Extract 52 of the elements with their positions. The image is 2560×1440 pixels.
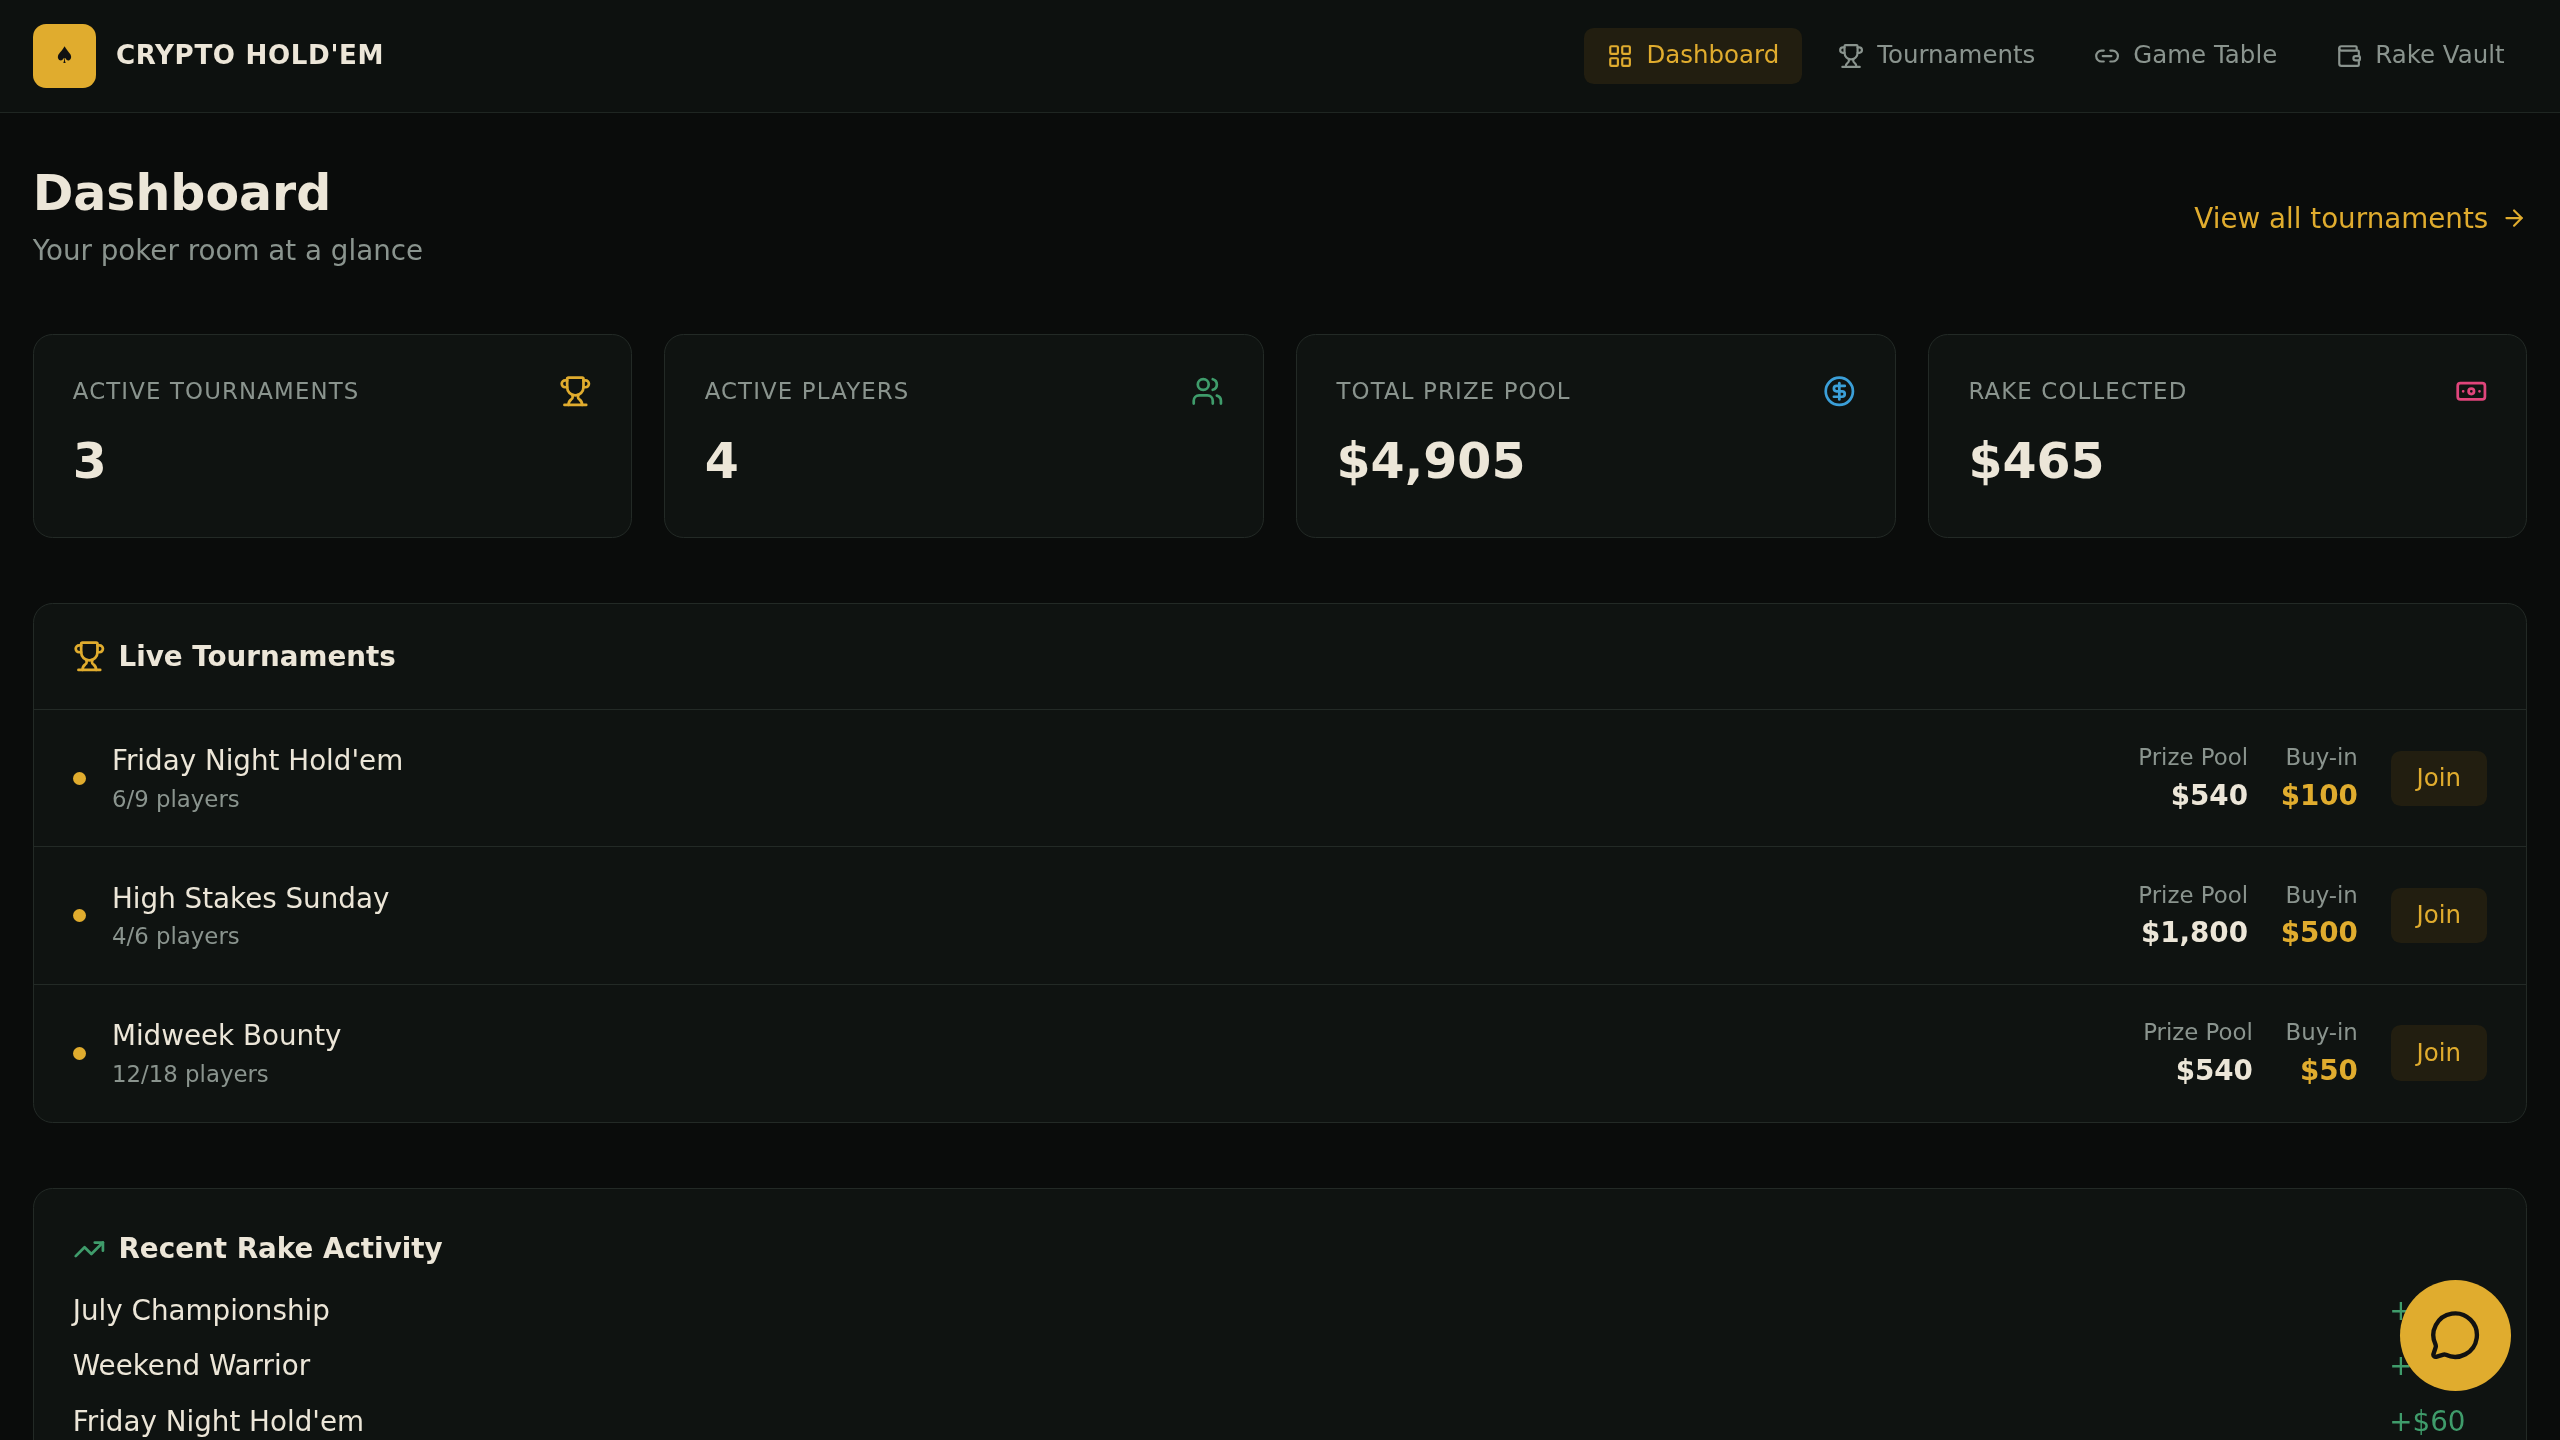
logo-badge: ♠ xyxy=(32,24,97,88)
buy-in-value: $500 xyxy=(2280,914,2358,951)
prize-pool-label: Prize Pool xyxy=(2138,880,2248,910)
buy-in-label: Buy-in xyxy=(2285,1018,2358,1048)
chat-icon xyxy=(2429,1309,2482,1362)
rake-tournament-name: Weekend Warrior xyxy=(72,1348,311,1385)
nav-tab[interactable]: Game Table xyxy=(2071,28,2301,84)
page-title: Dashboard xyxy=(32,164,333,224)
prize-pool-value: $540 xyxy=(2174,1052,2253,1089)
rake-amount: + xyxy=(2389,1349,2413,1383)
rake-tournament-name: Friday Night Hold'em xyxy=(72,1403,364,1440)
join-button[interactable]: Join xyxy=(2390,1025,2488,1081)
tournament-name: Friday Night Hold'em xyxy=(111,743,405,780)
dollar-icon xyxy=(1822,374,1856,408)
prize-pool-value: $540 xyxy=(2169,777,2248,814)
wallet-icon xyxy=(2336,42,2363,69)
trophy-icon xyxy=(1838,42,1865,69)
stat-value: 4 xyxy=(704,431,740,492)
trophy-icon xyxy=(72,640,106,674)
rake-tournament-name: July Championship xyxy=(72,1292,330,1329)
buy-in-value: $50 xyxy=(2298,1052,2358,1089)
trophy-icon xyxy=(559,374,592,408)
panel-title: Recent Rake Activity xyxy=(118,1231,443,1268)
view-all-link[interactable]: View all tournaments xyxy=(2194,197,2528,240)
stat-label: ACTIVE PLAYERS xyxy=(704,377,910,406)
brand-name: CRYPTO HOLD'EM xyxy=(115,39,385,73)
rake-amount: +$60 xyxy=(2389,1404,2466,1438)
stat-value: 3 xyxy=(72,431,108,492)
grid-icon xyxy=(1607,42,1634,69)
prize-pool-label: Prize Pool xyxy=(2138,743,2248,773)
prize-pool-value: $1,800 xyxy=(2139,914,2248,951)
nav-tab[interactable]: Tournaments xyxy=(1815,28,2059,84)
prize-pool-label: Prize Pool xyxy=(2143,1018,2253,1048)
player-count: 12/18 players xyxy=(111,1059,270,1089)
player-count: 4/6 players xyxy=(111,922,241,952)
join-button[interactable]: Join xyxy=(2390,750,2488,807)
stat-value: $4,905 xyxy=(1336,431,1527,492)
tournament-name: Midweek Bounty xyxy=(111,1018,343,1055)
buy-in-label: Buy-in xyxy=(2284,880,2358,910)
buy-in-value: $100 xyxy=(2280,777,2358,814)
nav-tab[interactable]: Rake Vault xyxy=(2313,28,2528,84)
panel-title: Live Tournaments xyxy=(118,638,396,675)
nav-tab[interactable]: Dashboard xyxy=(1584,28,1803,84)
stat-label: ACTIVE TOURNAMENTS xyxy=(72,377,360,406)
tournament-name: High Stakes Sunday xyxy=(111,880,391,917)
stat-value: $465 xyxy=(1968,431,2106,492)
page-subtitle: Your poker room at a glance xyxy=(32,233,424,270)
stat-label: RAKE COLLECTED xyxy=(1968,377,2188,406)
join-button[interactable]: Join xyxy=(2390,887,2488,944)
buy-in-label: Buy-in xyxy=(2284,743,2358,773)
player-count: 6/9 players xyxy=(111,785,241,815)
stat-label: TOTAL PRIZE POOL xyxy=(1336,377,1571,406)
